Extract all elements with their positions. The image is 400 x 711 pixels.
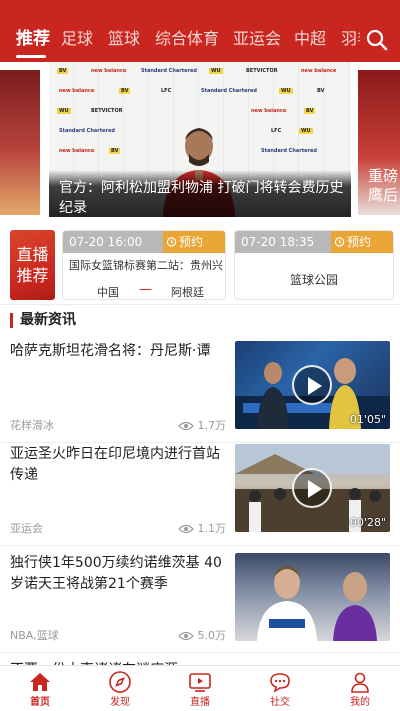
view-count-value: 5.0万 bbox=[197, 629, 227, 642]
view-count: 1.1万 bbox=[177, 520, 227, 538]
news-section-title: 最新资讯 bbox=[20, 312, 76, 328]
reserve-button[interactable]: 预约 bbox=[331, 231, 393, 253]
bottom-tab-profile[interactable]: 我的 bbox=[330, 666, 390, 711]
news-title[interactable]: 独行侠1年500万续约诺维茨基 40岁诺天王将战第21个赛季 bbox=[10, 553, 225, 595]
tab-general-sports[interactable]: 综合体育 bbox=[155, 27, 219, 51]
bottom-tab-home[interactable]: 首页 bbox=[10, 666, 70, 711]
view-count-value: 1.1万 bbox=[197, 522, 227, 535]
news-title[interactable]: 亚运圣火昨日在印尼境内进行首站传递 bbox=[10, 444, 225, 486]
reserve-button[interactable]: 预约 bbox=[163, 231, 225, 253]
view-count: 5.0万 bbox=[177, 627, 227, 645]
bottom-tab-label: 首页 bbox=[30, 697, 50, 708]
reserve-label: 预约 bbox=[179, 235, 204, 249]
video-duration: 00'28" bbox=[349, 516, 386, 529]
tab-badminton[interactable]: 羽毛 bbox=[341, 27, 360, 51]
versus-dash: — bbox=[139, 282, 152, 297]
news-source: 亚运会 bbox=[10, 522, 43, 535]
news-source: NBA,篮球 bbox=[10, 629, 59, 642]
live-card-time: 07-20 18:35 bbox=[241, 235, 315, 249]
bottom-tab-live[interactable]: 直播 bbox=[170, 666, 230, 711]
bottom-tab-bar: 首页 发现 直播 社交 我的 bbox=[0, 665, 400, 711]
bottom-tab-social[interactable]: 社交 bbox=[250, 666, 310, 711]
section-accent-bar bbox=[10, 313, 13, 328]
news-item[interactable]: 亚运圣火昨日在印尼境内进行首站传递 亚运会 1.1万 00'28" bbox=[0, 444, 400, 546]
live-card[interactable]: 07-20 16:00 预约 国际女篮锦标赛第二站：贵州兴 中国 — 阿根廷 bbox=[62, 230, 226, 300]
video-thumbnail[interactable]: 00'28" bbox=[235, 444, 390, 532]
news-item[interactable]: 独行侠1年500万续约诺维茨基 40岁诺天王将战第21个赛季 NBA,篮球 5.… bbox=[0, 553, 400, 653]
news-source: 花样滑冰 bbox=[10, 419, 54, 432]
video-thumbnail[interactable]: 01'05" bbox=[235, 341, 390, 429]
bottom-tab-label: 发现 bbox=[110, 697, 130, 708]
news-meta: 花样滑冰 1.7万 bbox=[10, 417, 226, 435]
tv-icon bbox=[189, 673, 211, 692]
active-tab-indicator bbox=[16, 55, 46, 58]
live-recommend-section: 直播推荐 07-20 16:00 预约 国际女篮锦标赛第二站：贵州兴 中国 — … bbox=[0, 222, 400, 304]
carousel-next-caption: 重磅 鹰后 bbox=[368, 167, 399, 204]
bottom-tab-label: 我的 bbox=[350, 697, 370, 708]
live-card-title: 篮球公园 bbox=[289, 273, 338, 287]
tab-csl[interactable]: 中超 bbox=[294, 27, 326, 51]
carousel-caption: 官方：阿利松加盟利物浦 打破门将转会费历史纪录 bbox=[49, 170, 351, 217]
section-divider bbox=[0, 304, 400, 305]
compass-icon bbox=[109, 671, 131, 693]
tab-basketball[interactable]: 篮球 bbox=[108, 27, 140, 51]
team-b-name: 阿根廷 bbox=[171, 286, 204, 299]
carousel-prev-slide[interactable] bbox=[0, 70, 40, 215]
bottom-tab-label: 直播 bbox=[190, 697, 210, 708]
app-root: 推荐 足球 篮球 综合体育 亚运会 中超 羽毛 BV new balance S… bbox=[0, 0, 400, 711]
banner-carousel[interactable]: BV new balance Standard Chartered WU BET… bbox=[0, 62, 400, 222]
search-icon bbox=[366, 29, 388, 51]
carousel-main-slide[interactable]: BV new balance Standard Chartered WU BET… bbox=[49, 62, 351, 217]
tab-asian-games[interactable]: 亚运会 bbox=[233, 27, 281, 51]
tab-recommend[interactable]: 推荐 bbox=[16, 27, 50, 51]
user-icon bbox=[351, 672, 369, 693]
news-item[interactable]: 哈萨克斯坦花滑名将：丹尼斯·谭 花样滑冰 1.7万 01'05" bbox=[0, 341, 400, 443]
bottom-tab-label: 社交 bbox=[270, 697, 290, 708]
eye-icon bbox=[177, 421, 194, 431]
live-card-title: 国际女篮锦标赛第二站：贵州兴 bbox=[69, 259, 223, 272]
news-section-header: 最新资讯 bbox=[10, 310, 390, 332]
thumbnail-image bbox=[257, 566, 377, 641]
news-title[interactable]: 哈萨克斯坦花滑名将：丹尼斯·谭 bbox=[10, 341, 225, 362]
reserve-label: 预约 bbox=[347, 235, 372, 249]
play-button[interactable] bbox=[292, 468, 332, 508]
bottom-tab-discover[interactable]: 发现 bbox=[90, 666, 150, 711]
carousel-caption-text: 官方：阿利松加盟利物浦 打破门将转会费历史纪录 bbox=[59, 180, 344, 216]
play-button[interactable] bbox=[292, 365, 332, 405]
live-card-header: 07-20 18:35 预约 bbox=[235, 231, 393, 253]
view-count: 1.7万 bbox=[177, 417, 227, 435]
top-nav: 推荐 足球 篮球 综合体育 亚运会 中超 羽毛 bbox=[0, 0, 400, 62]
search-button[interactable] bbox=[363, 26, 391, 54]
live-card-header: 07-20 16:00 预约 bbox=[63, 231, 225, 253]
eye-icon bbox=[177, 631, 194, 641]
live-card-time: 07-20 16:00 bbox=[69, 235, 143, 249]
chat-bubble-icon bbox=[270, 673, 290, 693]
eye-icon bbox=[177, 524, 194, 534]
tab-football[interactable]: 足球 bbox=[61, 27, 93, 51]
channel-tabs: 推荐 足球 篮球 综合体育 亚运会 中超 羽毛 bbox=[0, 0, 360, 62]
live-recommend-label: 直播推荐 bbox=[10, 230, 55, 300]
alarm-clock-icon bbox=[166, 237, 177, 247]
home-icon bbox=[30, 673, 50, 691]
alarm-clock-icon bbox=[334, 237, 345, 247]
view-count-value: 1.7万 bbox=[197, 419, 227, 432]
news-meta: NBA,篮球 5.0万 bbox=[10, 627, 226, 645]
news-thumbnail[interactable] bbox=[235, 553, 390, 641]
video-duration: 01'05" bbox=[349, 413, 386, 426]
live-card[interactable]: 07-20 18:35 预约 篮球公园 bbox=[234, 230, 394, 300]
news-meta: 亚运会 1.1万 bbox=[10, 520, 226, 538]
team-a-name: 中国 bbox=[97, 286, 119, 299]
